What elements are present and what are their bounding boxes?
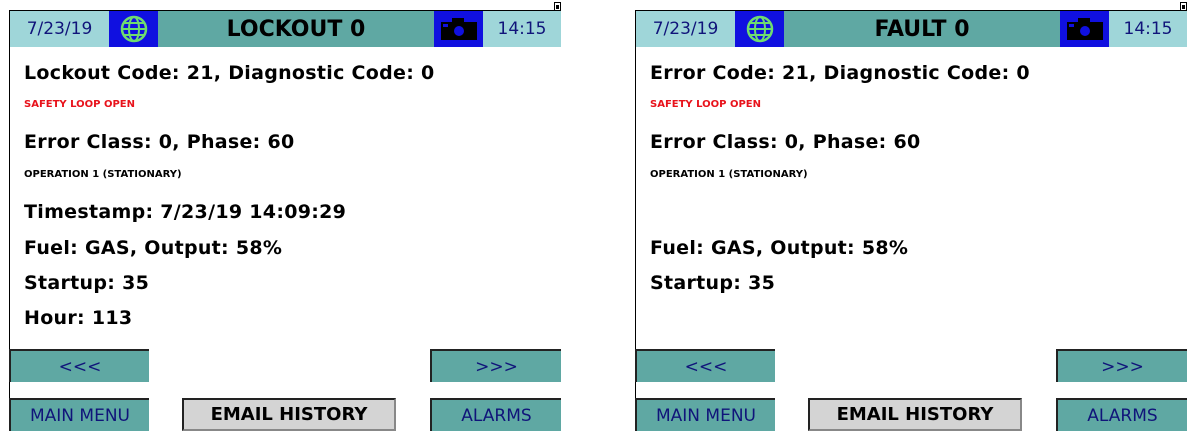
main-menu-button[interactable]: MAIN MENU [9, 398, 149, 431]
code-description: SAFETY LOOP OPEN [24, 99, 136, 110]
date-display: 7/23/19 [636, 11, 735, 47]
header-bar: 7/23/19 FAULT 0 14:15 [636, 11, 1187, 47]
fuel-output-line: Fuel: GAS, Output: 58% [650, 237, 909, 259]
next-button[interactable]: >>> [430, 349, 561, 382]
next-button[interactable]: >>> [1056, 349, 1187, 382]
camera-icon[interactable] [1060, 11, 1109, 47]
email-history-button[interactable]: EMAIL HISTORY [182, 398, 396, 431]
time-display: 14:15 [483, 11, 561, 47]
status-indicator-icon [554, 2, 561, 11]
header-bar: 7/23/19 LOCKOUT 0 14:15 [10, 11, 561, 47]
hour-line: Hour: 113 [24, 307, 133, 329]
globe-icon[interactable] [109, 11, 158, 47]
lockout-code-line: Lockout Code: 21, Diagnostic Code: 0 [24, 62, 435, 84]
error-class-line: Error Class: 0, Phase: 60 [24, 131, 295, 153]
code-description: SAFETY LOOP OPEN [650, 99, 762, 110]
error-code-line: Error Code: 21, Diagnostic Code: 0 [650, 62, 1030, 84]
lockout-screen: 7/23/19 LOCKOUT 0 14:15 Lockout Code: 21… [0, 0, 561, 431]
date-display: 7/23/19 [10, 11, 109, 47]
class-description: OPERATION 1 (STATIONARY) [650, 169, 808, 180]
fuel-output-line: Fuel: GAS, Output: 58% [24, 237, 283, 259]
time-display: 14:15 [1109, 11, 1187, 47]
previous-button[interactable]: <<< [9, 349, 149, 382]
screen-title: LOCKOUT 0 [158, 11, 434, 47]
startup-line: Startup: 35 [24, 272, 150, 294]
fault-screen: 7/23/19 FAULT 0 14:15 Error Code: 21, Di… [626, 0, 1187, 431]
screen-title: FAULT 0 [784, 11, 1060, 47]
class-description: OPERATION 1 (STATIONARY) [24, 169, 182, 180]
globe-icon[interactable] [735, 11, 784, 47]
email-history-button[interactable]: EMAIL HISTORY [808, 398, 1022, 431]
status-indicator-icon [1180, 2, 1187, 11]
main-menu-button[interactable]: MAIN MENU [635, 398, 775, 431]
timestamp-line: Timestamp: 7/23/19 14:09:29 [24, 201, 347, 223]
startup-line: Startup: 35 [650, 272, 776, 294]
error-class-line: Error Class: 0, Phase: 60 [650, 131, 921, 153]
alarms-button[interactable]: ALARMS [1056, 398, 1187, 431]
camera-icon[interactable] [434, 11, 483, 47]
previous-button[interactable]: <<< [635, 349, 775, 382]
alarms-button[interactable]: ALARMS [430, 398, 561, 431]
